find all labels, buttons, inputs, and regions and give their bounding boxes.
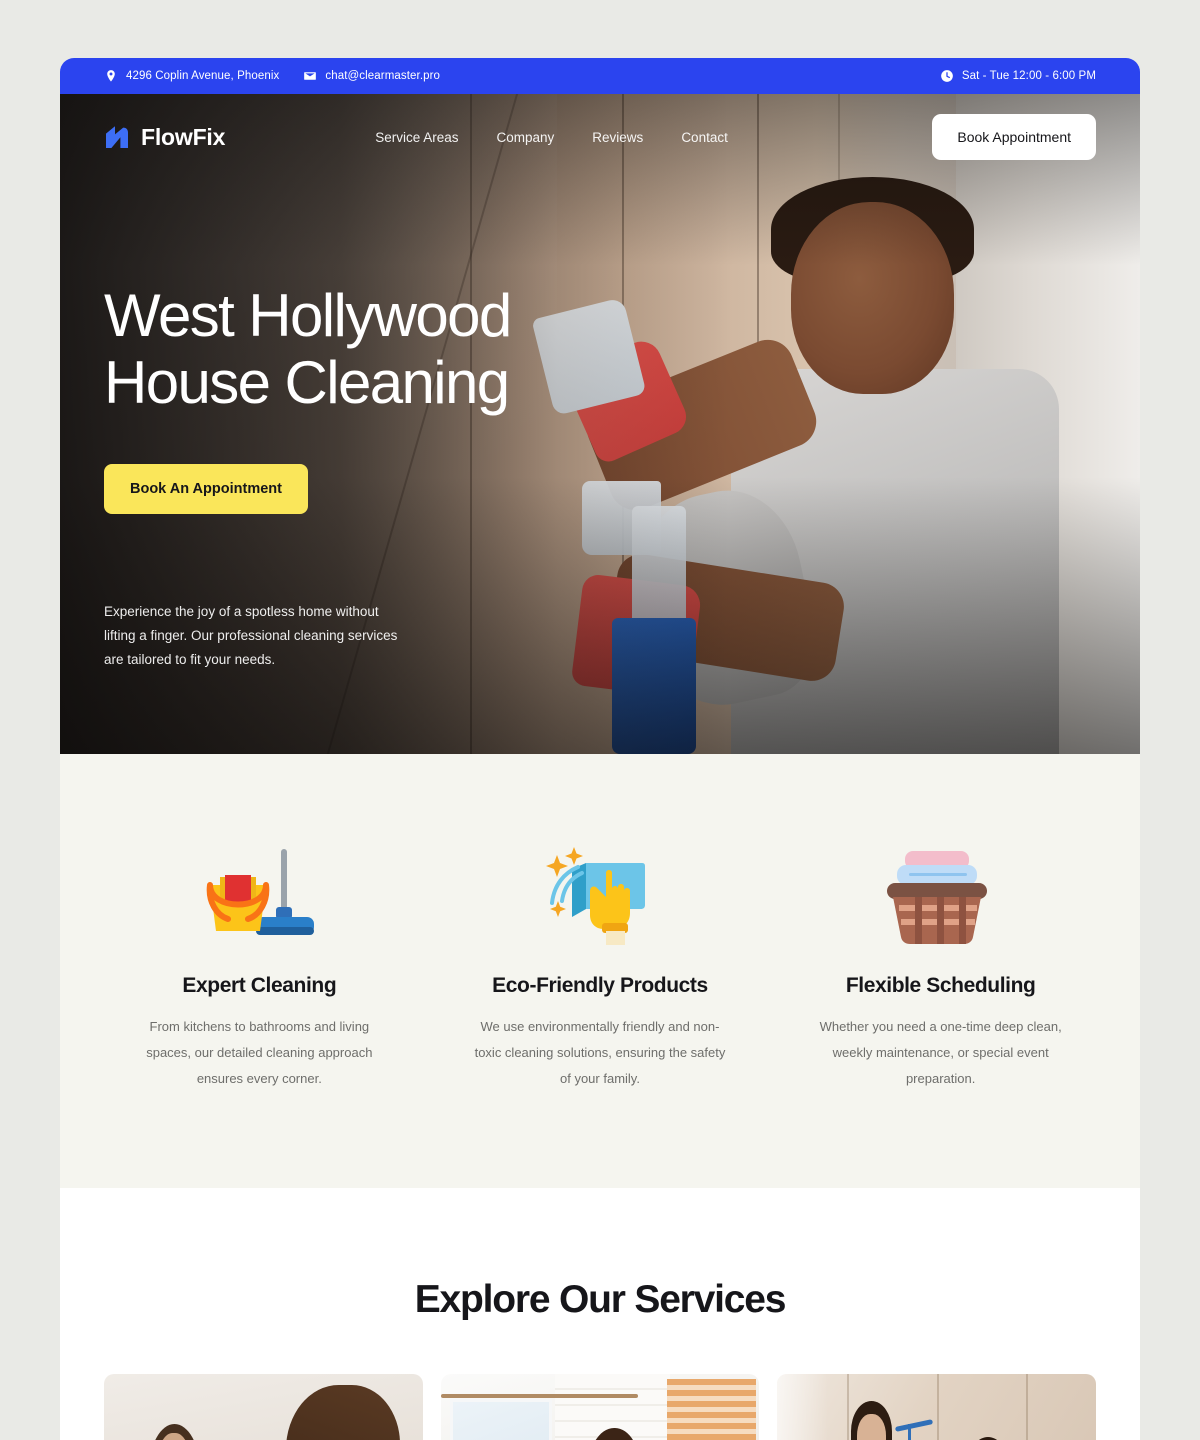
- location-pin-icon: [107, 70, 115, 82]
- hero-paragraph: Experience the joy of a spotless home wi…: [104, 604, 398, 668]
- hero-title-line-1: West Hollywood: [104, 282, 512, 349]
- hero-cta-button[interactable]: Book An Appointment: [104, 464, 308, 515]
- nav-link-contact[interactable]: Contact: [681, 130, 728, 145]
- brand-logo[interactable]: FlowFix: [104, 124, 225, 151]
- top-utility-bar: 4296 Coplin Avenue, Phoenix chat@clearma…: [60, 58, 1140, 94]
- topbar-hours-text: Sat - Tue 12:00 - 6:00 PM: [961, 70, 1096, 82]
- feature-expert-cleaning: Expert Cleaning From kitchens to bathroo…: [104, 840, 415, 1092]
- feature-icon-wrap: [785, 840, 1096, 950]
- service-card-2[interactable]: [440, 1374, 760, 1440]
- service-card-2-image: [440, 1374, 760, 1440]
- feature-text: We use environmentally friendly and non-…: [474, 1019, 726, 1086]
- topbar-address-text: 4296 Coplin Avenue, Phoenix: [126, 70, 280, 82]
- nav-link-reviews[interactable]: Reviews: [592, 130, 643, 145]
- topbar-hours-group: Sat - Tue 12:00 - 6:00 PM: [940, 69, 1096, 83]
- service-card-3[interactable]: [777, 1374, 1096, 1440]
- topbar-email[interactable]: chat@clearmaster.pro: [303, 69, 440, 83]
- services-heading: Explore Our Services: [414, 1278, 787, 1321]
- service-card-1-image: [104, 1374, 423, 1440]
- hero-content: West Hollywood House Cleaning Book An Ap…: [60, 160, 1140, 672]
- clock-icon: [940, 70, 953, 82]
- services-section: Explore Our Services: [60, 1188, 1140, 1440]
- feature-title: Flexible Scheduling: [845, 974, 1036, 997]
- nav-links: Service Areas Company Reviews Contact: [375, 130, 728, 145]
- service-card-3-image: [777, 1374, 1096, 1440]
- house-logo-icon: [106, 126, 128, 148]
- feature-text: Whether you need a one-time deep clean, …: [819, 1019, 1062, 1086]
- feature-eco-friendly-products: Eco-Friendly Products We use environment…: [445, 840, 756, 1092]
- hero-title-line-2: House Cleaning: [104, 349, 510, 417]
- hero-title: West Hollywood House Cleaning: [104, 282, 744, 416]
- topbar-address[interactable]: 4296 Coplin Avenue, Phoenix: [104, 69, 279, 83]
- laundry-basket-icon: [886, 851, 987, 944]
- envelope-icon: [304, 72, 317, 80]
- feature-text: From kitchens to bathrooms and living sp…: [146, 1019, 373, 1086]
- feature-title: Expert Cleaning: [182, 974, 337, 997]
- hero-section: FlowFix Service Areas Company Reviews Co…: [60, 94, 1140, 754]
- service-cards: [104, 1374, 1096, 1440]
- gloved-hand-wiping-icon: [545, 847, 645, 945]
- feature-icon-wrap: [104, 840, 415, 950]
- topbar-hours: Sat - Tue 12:00 - 6:00 PM: [940, 69, 1096, 83]
- topbar-email-text: chat@clearmaster.pro: [325, 70, 441, 82]
- site-page: 4296 Coplin Avenue, Phoenix chat@clearma…: [60, 58, 1140, 1440]
- main-navigation: FlowFix Service Areas Company Reviews Co…: [60, 94, 1140, 160]
- book-appointment-button[interactable]: Book Appointment: [932, 114, 1096, 160]
- nav-link-company[interactable]: Company: [497, 130, 555, 145]
- feature-flexible-scheduling: Flexible Scheduling Whether you need a o…: [785, 840, 1096, 1092]
- features-section: Expert Cleaning From kitchens to bathroo…: [60, 754, 1140, 1188]
- feature-icon-wrap: [445, 840, 756, 950]
- topbar-contact-group: 4296 Coplin Avenue, Phoenix chat@clearma…: [104, 69, 440, 83]
- feature-title: Eco-Friendly Products: [492, 974, 708, 997]
- nav-link-service-areas[interactable]: Service Areas: [375, 130, 458, 145]
- brand-name: FlowFix: [141, 123, 226, 150]
- service-card-1[interactable]: [104, 1374, 423, 1440]
- bucket-and-mop-icon: [207, 849, 315, 935]
